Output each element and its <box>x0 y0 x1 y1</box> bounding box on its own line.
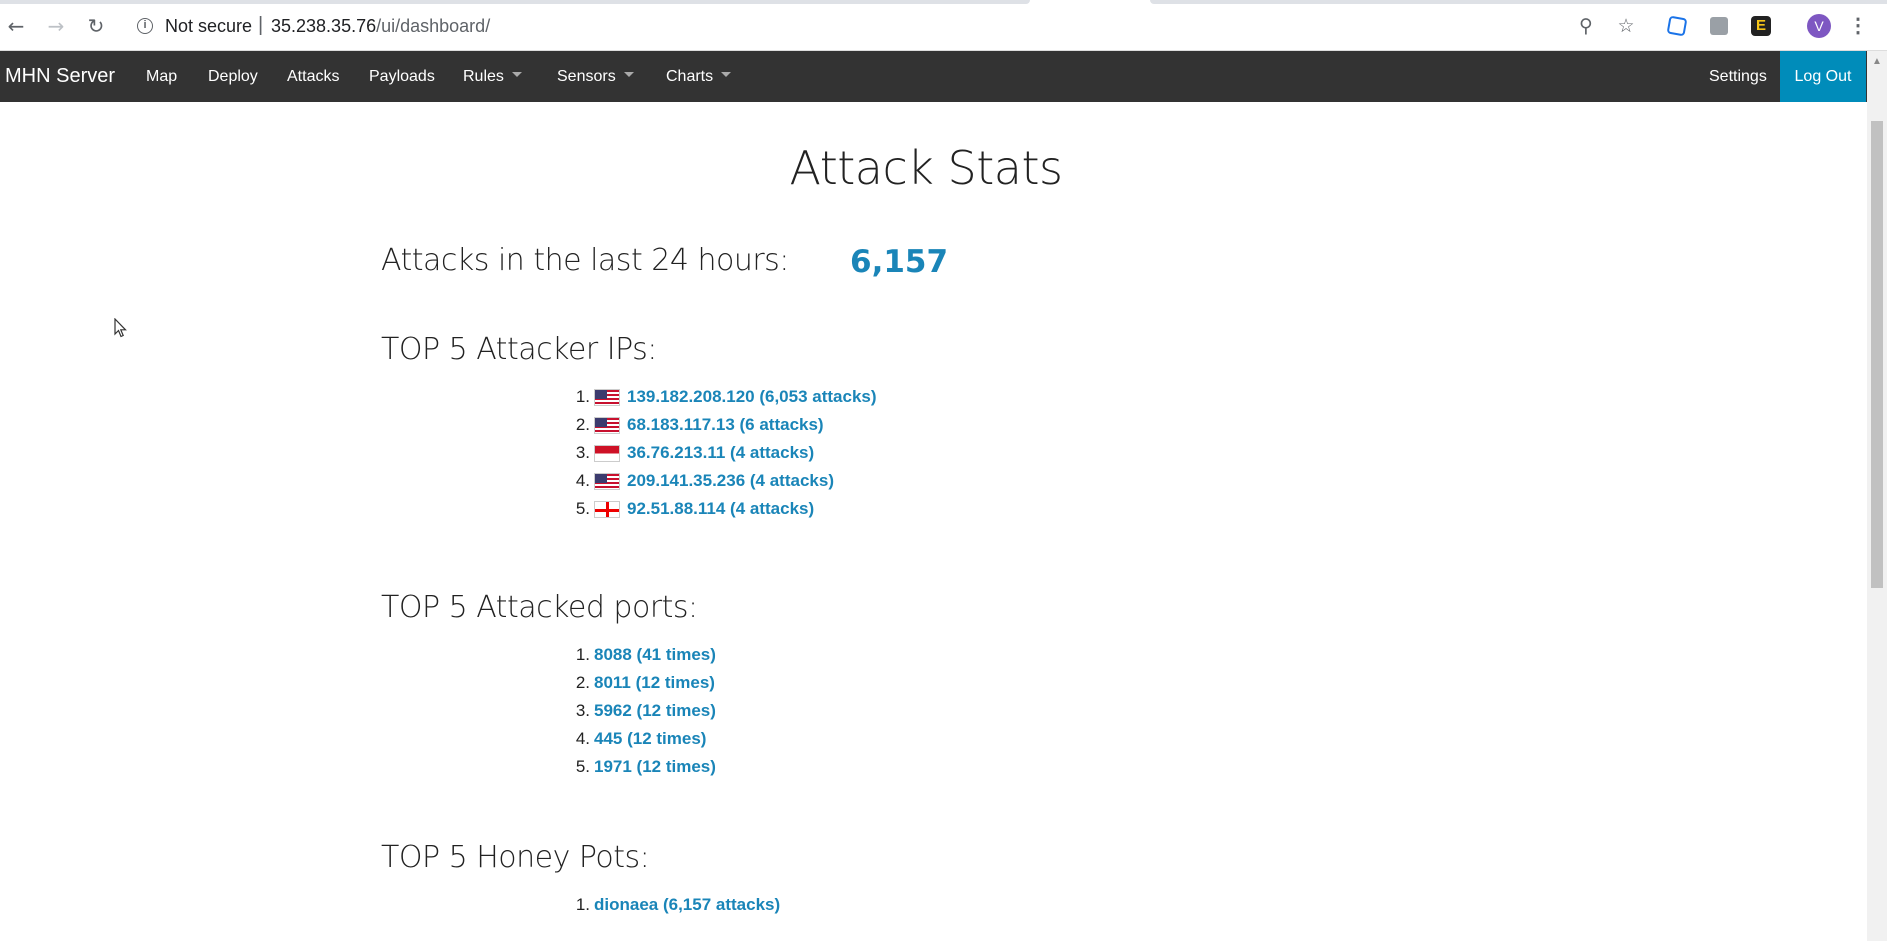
honeypot-link[interactable]: dionaea (6,157 attacks) <box>594 895 780 915</box>
attacker-ip-link[interactable]: 209.141.35.236 (4 attacks) <box>627 471 834 491</box>
top-honeypots-heading: TOP 5 Honey Pots: <box>381 840 650 875</box>
browser-toolbar: ← → ↻ i Not secure | 35.238.35.76/ui/das… <box>0 0 1887 51</box>
rank-number: 1. <box>575 387 590 406</box>
extension-yellow-icon[interactable]: E <box>1751 16 1771 36</box>
nav-item-map[interactable]: Map <box>146 68 177 86</box>
port-link[interactable]: 8088 (41 times) <box>594 645 716 665</box>
us-flag-icon <box>594 472 620 490</box>
rank-number: 1. <box>575 645 590 664</box>
rank-number: 3. <box>575 701 590 720</box>
list-item: 1. 8088 (41 times) <box>570 641 716 669</box>
list-item: 4. 445 (12 times) <box>570 725 716 753</box>
list-item: 1. dionaea (6,157 attacks) <box>570 891 780 919</box>
back-icon[interactable]: ← <box>3 13 29 39</box>
chevron-down-icon <box>721 72 732 78</box>
attacks-24h-count: 6,157 <box>850 244 949 280</box>
rank-number: 2. <box>575 415 590 434</box>
url-host: 35.238.35.76 <box>271 16 377 36</box>
list-item: 5. 92.51.88.114 (4 attacks) <box>570 495 877 523</box>
rank-number: 5. <box>575 499 590 518</box>
nav-item-settings[interactable]: Settings <box>1709 68 1767 86</box>
us-flag-icon <box>594 388 620 406</box>
address-bar[interactable]: 35.238.35.76/ui/dashboard/ <box>271 16 490 37</box>
rank-number: 2. <box>575 673 590 692</box>
extension-shield-icon[interactable] <box>1666 15 1688 37</box>
port-link[interactable]: 8011 (12 times) <box>594 673 715 693</box>
top-ports-heading: TOP 5 Attacked ports: <box>381 590 698 625</box>
nav-item-sensors[interactable]: Sensors <box>557 68 634 86</box>
rank-number: 1. <box>575 895 590 914</box>
attacker-ip-link[interactable]: 68.183.117.13 (6 attacks) <box>627 415 824 435</box>
logout-button[interactable]: Log Out <box>1780 51 1866 102</box>
nav-item-rules[interactable]: Rules <box>463 68 522 86</box>
port-link[interactable]: 445 (12 times) <box>594 729 706 749</box>
page-title: Attack Stats <box>789 141 1063 195</box>
top-ports-list: 1. 8088 (41 times) 2. 8011 (12 times) 3. 59… <box>570 641 716 781</box>
zoom-icon[interactable]: ⚲ <box>1574 14 1598 38</box>
top-ips-list: 1. 139.182.208.120 (6,053 attacks) 2. 68.1… <box>570 383 877 523</box>
rank-number: 4. <box>575 729 590 748</box>
list-item: 2. 8011 (12 times) <box>570 669 716 697</box>
bookmark-star-icon[interactable]: ☆ <box>1614 14 1638 38</box>
indonesia-flag-icon <box>594 444 620 462</box>
forward-icon[interactable]: → <box>43 13 69 39</box>
rank-number: 4. <box>575 471 590 490</box>
attacker-ip-link[interactable]: 36.76.213.11 (4 attacks) <box>627 443 814 463</box>
top-honeypots-list: 1. dionaea (6,157 attacks) <box>570 891 780 919</box>
nav-item-charts-label: Charts <box>666 68 714 85</box>
info-icon[interactable]: i <box>137 18 153 34</box>
url-path: /ui/dashboard/ <box>376 16 491 36</box>
nav-item-payloads[interactable]: Payloads <box>369 68 435 86</box>
top-navbar: MHN Server Map Deploy Attacks Payloads R… <box>0 51 1867 102</box>
georgia-flag-icon <box>594 500 620 518</box>
chevron-down-icon <box>511 72 522 78</box>
attacker-ip-link[interactable]: 139.182.208.120 (6,053 attacks) <box>627 387 877 407</box>
list-item: 2. 68.183.117.13 (6 attacks) <box>570 411 877 439</box>
scroll-thumb[interactable] <box>1871 121 1883 588</box>
list-item: 1. 139.182.208.120 (6,053 attacks) <box>570 383 877 411</box>
page-scrollbar[interactable]: ▲ <box>1867 51 1887 941</box>
port-link[interactable]: 5962 (12 times) <box>594 701 716 721</box>
security-label[interactable]: Not secure <box>165 16 252 37</box>
nav-item-deploy[interactable]: Deploy <box>208 68 258 86</box>
port-link[interactable]: 1971 (12 times) <box>594 757 716 777</box>
attacks-24h-label: Attacks in the last 24 hours: <box>381 243 789 278</box>
rank-number: 3. <box>575 443 590 462</box>
top-ips-heading: TOP 5 Attacker IPs: <box>381 332 657 367</box>
list-item: 4. 209.141.35.236 (4 attacks) <box>570 467 877 495</box>
browser-menu-icon[interactable]: ⋮ <box>1848 14 1868 38</box>
list-item: 3. 5962 (12 times) <box>570 697 716 725</box>
nav-item-charts[interactable]: Charts <box>666 68 732 86</box>
rank-number: 5. <box>575 757 590 776</box>
scroll-up-arrow-icon[interactable]: ▲ <box>1867 56 1887 68</box>
list-item: 5. 1971 (12 times) <box>570 753 716 781</box>
nav-item-rules-label: Rules <box>463 68 504 85</box>
url-separator: | <box>258 14 264 36</box>
extension-gray-icon[interactable] <box>1710 17 1728 35</box>
nav-item-attacks[interactable]: Attacks <box>287 68 339 86</box>
brand-link[interactable]: MHN Server <box>5 65 115 88</box>
chevron-down-icon <box>623 72 634 78</box>
nav-item-sensors-label: Sensors <box>557 68 616 85</box>
list-item: 3. 36.76.213.11 (4 attacks) <box>570 439 877 467</box>
us-flag-icon <box>594 416 620 434</box>
tab-strip <box>0 0 1887 5</box>
attacker-ip-link[interactable]: 92.51.88.114 (4 attacks) <box>627 499 814 519</box>
profile-avatar[interactable]: V <box>1807 14 1831 38</box>
reload-icon[interactable]: ↻ <box>83 13 109 39</box>
